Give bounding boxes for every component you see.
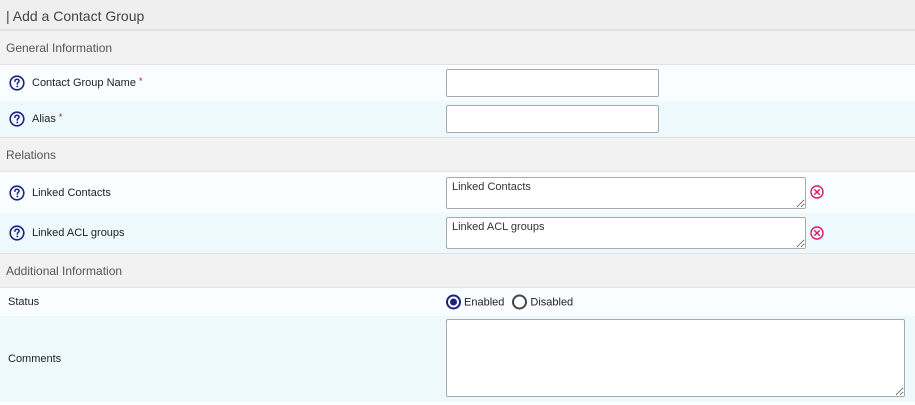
contact-group-name-input[interactable] [446, 69, 659, 97]
required-mark: * [138, 76, 143, 86]
alias-label: Alias * [32, 112, 63, 125]
status-enabled-radio[interactable]: Enabled [446, 294, 505, 310]
add-contact-group-form: | Add a Contact Group General Informatio… [0, 0, 915, 405]
linked-contacts-select[interactable] [446, 177, 806, 209]
radio-unchecked-icon[interactable] [512, 294, 528, 310]
row-linked-contacts: Linked Contacts [0, 172, 915, 213]
status-disabled-label: Disabled [530, 296, 574, 308]
status-disabled-radio[interactable]: Disabled [512, 294, 574, 310]
help-circle-icon[interactable] [9, 225, 25, 241]
status-enabled-label: Enabled [464, 296, 505, 308]
linked-acl-groups-select[interactable] [446, 217, 806, 249]
clear-circle-icon[interactable] [810, 226, 824, 240]
row-contact-group-name: Contact Group Name * [0, 65, 915, 101]
section-relations: Relations [0, 137, 915, 172]
comments-textarea[interactable] [446, 319, 905, 397]
row-alias: Alias * [0, 101, 915, 137]
help-circle-icon[interactable] [9, 111, 25, 127]
contact-group-name-label: Contact Group Name * [32, 76, 143, 89]
linked-acl-groups-label: Linked ACL groups [32, 227, 125, 239]
required-mark: * [58, 112, 63, 122]
section-general-information: General Information [0, 30, 915, 65]
help-circle-icon[interactable] [9, 184, 25, 201]
row-status: Status Enabled Disabled [0, 288, 915, 316]
status-label: Status [8, 296, 40, 308]
linked-contacts-label: Linked Contacts [32, 186, 111, 199]
clear-circle-icon[interactable] [810, 185, 824, 199]
page-title: | Add a Contact Group [0, 0, 915, 30]
status-radio-group: Enabled Disabled [446, 294, 581, 310]
comments-label: Comments [8, 353, 62, 365]
alias-input[interactable] [446, 105, 659, 133]
section-additional-information: Additional Information [0, 253, 915, 288]
radio-checked-icon[interactable] [446, 294, 461, 310]
help-circle-icon[interactable] [9, 75, 25, 91]
row-linked-acl-groups: Linked ACL groups [0, 213, 915, 253]
